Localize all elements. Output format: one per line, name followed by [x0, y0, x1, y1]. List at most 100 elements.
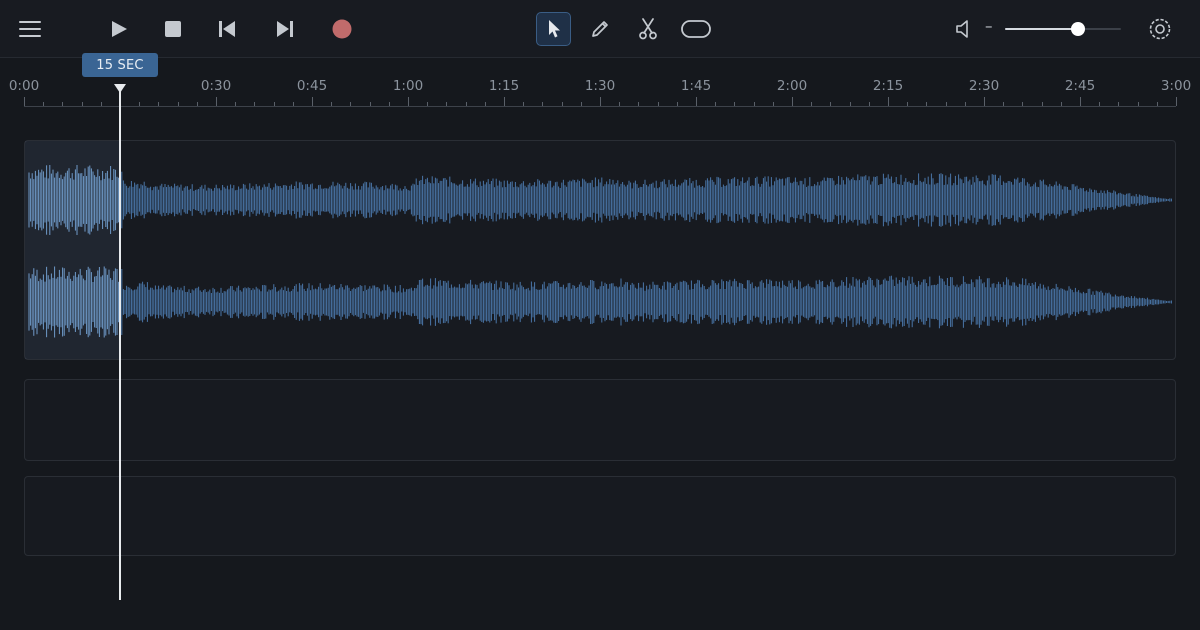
ruler-tick: [62, 102, 63, 106]
ruler-tick: [312, 97, 313, 106]
stop-button[interactable]: [158, 14, 188, 44]
ruler-tick: [1138, 102, 1139, 106]
ruler-label: 1:30: [584, 78, 616, 94]
hamburger-menu-icon[interactable]: [14, 14, 46, 44]
ruler-tick: [946, 102, 947, 106]
ruler-tick: [370, 102, 371, 106]
ruler-tick: [523, 102, 524, 106]
ruler-tick: [1099, 102, 1100, 106]
ruler-tick: [926, 102, 927, 106]
ruler-tick: [984, 97, 985, 106]
stereo-waveform: [28, 165, 1172, 338]
ruler-tick: [677, 102, 678, 106]
ruler-tick: [869, 102, 870, 106]
ruler-baseline: [24, 106, 1176, 107]
ruler-label: 2:30: [968, 78, 1000, 94]
ruler-tick: [1176, 97, 1177, 106]
playhead-line[interactable]: [119, 86, 121, 600]
ruler-tick: [139, 102, 140, 106]
loop-tool-button[interactable]: [678, 14, 714, 44]
ruler-tick: [619, 102, 620, 106]
ruler-tick: [466, 102, 467, 106]
ruler-label: 1:15: [488, 78, 520, 94]
audio-track-1[interactable]: [24, 140, 1176, 360]
toolbar: –: [0, 0, 1200, 58]
ruler-tick: [850, 102, 851, 106]
speaker-icon: [955, 19, 973, 39]
settings-icon: [1148, 17, 1172, 41]
ruler-tick: [1003, 102, 1004, 106]
ruler-tick: [82, 102, 83, 106]
loop-icon: [681, 20, 711, 38]
volume-slider-fill: [1005, 28, 1079, 30]
ruler-tick: [235, 102, 236, 106]
play-icon: [110, 20, 128, 38]
ruler-tick: [792, 97, 793, 106]
timeline-ruler[interactable]: 0:00 0:30 0:45 1:00 1:15 1:30 1:45 2:00 2:15 2:30…: [0, 59, 1200, 109]
ruler-tick: [331, 102, 332, 106]
settings-button[interactable]: [1144, 13, 1176, 45]
ruler-tick: [734, 102, 735, 106]
volume-decrease-symbol: –: [985, 17, 993, 35]
ruler-tick: [485, 102, 486, 106]
ruler-tick: [254, 102, 255, 106]
ruler-tick: [197, 102, 198, 106]
play-button[interactable]: [104, 14, 134, 44]
playhead-marker-icon[interactable]: [114, 84, 126, 93]
ruler-tick: [542, 102, 543, 106]
ruler-tick: [638, 102, 639, 106]
ruler-tick: [43, 102, 44, 106]
ruler-tick: [715, 102, 716, 106]
volume-slider-knob[interactable]: [1071, 22, 1086, 36]
volume-slider[interactable]: [1005, 22, 1121, 36]
skip-to-start-button[interactable]: [212, 14, 242, 44]
ruler-tick: [178, 102, 179, 106]
ruler-tick: [773, 102, 774, 106]
ruler-tick: [1042, 102, 1043, 106]
ruler-tick: [408, 97, 409, 106]
skip-to-start-icon: [218, 20, 236, 38]
ruler-tick: [427, 102, 428, 106]
cursor-arrow-icon: [546, 19, 562, 39]
stop-icon: [165, 21, 181, 37]
ruler-tick: [888, 97, 889, 106]
ruler-label: 2:45: [1064, 78, 1096, 94]
playhead-time-badge: 15 SEC: [82, 53, 158, 77]
ruler-label: 0:00: [8, 78, 40, 94]
ruler-tick: [562, 102, 563, 106]
ruler-tick: [389, 102, 390, 106]
ruler-tick: [811, 102, 812, 106]
pencil-tool-button[interactable]: [584, 13, 616, 45]
ruler-tick: [350, 102, 351, 106]
ruler-tick: [1118, 102, 1119, 106]
ruler-label: 3:00: [1160, 78, 1192, 94]
ruler-tick: [1022, 102, 1023, 106]
pencil-icon: [590, 19, 610, 39]
speaker-button[interactable]: [950, 15, 978, 43]
ruler-tick: [1157, 102, 1158, 106]
ruler-tick: [907, 102, 908, 106]
ruler-tick: [830, 102, 831, 106]
ruler-tick: [101, 102, 102, 106]
ruler-label: 0:45: [296, 78, 328, 94]
skip-to-end-icon: [276, 20, 294, 38]
ruler-label: 1:00: [392, 78, 424, 94]
empty-track-3[interactable]: [24, 476, 1176, 556]
ruler-label: 1:45: [680, 78, 712, 94]
ruler-label: 2:00: [776, 78, 808, 94]
ruler-tick: [24, 97, 25, 106]
ruler-tick: [274, 102, 275, 106]
cut-tool-button[interactable]: [632, 13, 664, 45]
ruler-tick: [446, 102, 447, 106]
empty-track-2[interactable]: [24, 379, 1176, 461]
record-button[interactable]: [327, 14, 357, 44]
skip-to-end-button[interactable]: [270, 14, 300, 44]
ruler-tick: [158, 102, 159, 106]
ruler-tick: [504, 97, 505, 106]
ruler-label: 0:30: [200, 78, 232, 94]
select-tool-button[interactable]: [536, 12, 571, 46]
scissors-icon: [638, 18, 658, 40]
ruler-tick: [600, 97, 601, 106]
ruler-tick: [216, 97, 217, 106]
ruler-tick: [658, 102, 659, 106]
